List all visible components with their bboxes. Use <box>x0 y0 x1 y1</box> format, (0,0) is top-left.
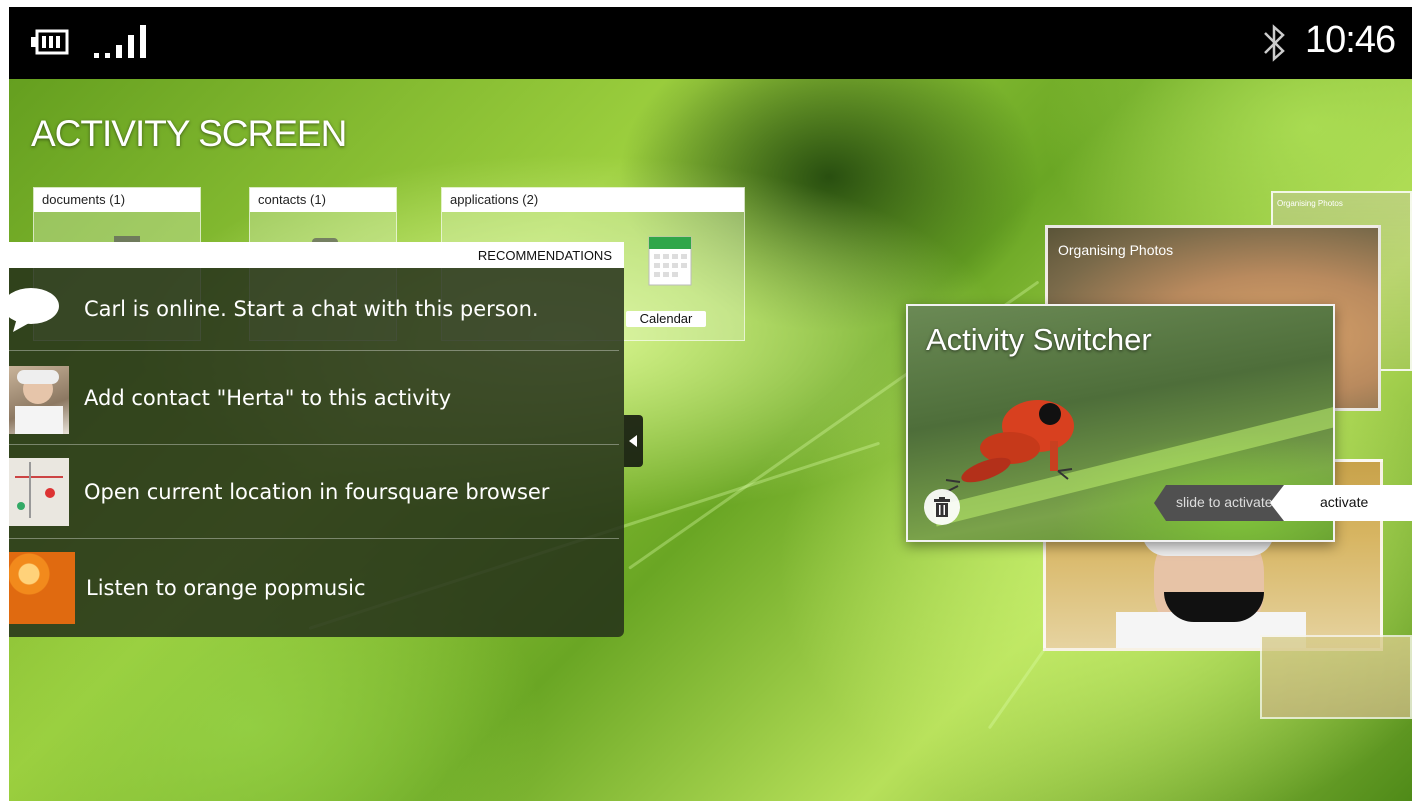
chevron-left-icon <box>629 435 637 447</box>
collapse-panel-button[interactable] <box>624 415 643 467</box>
bluetooth-icon <box>1264 24 1285 62</box>
delete-activity-button[interactable] <box>924 489 960 525</box>
activity-card-back[interactable] <box>1260 635 1412 719</box>
recommendation-text: Listen to orange popmusic <box>86 576 366 600</box>
slide-to-activate[interactable]: slide to activate activate <box>1154 485 1412 521</box>
frog-image <box>945 400 1074 493</box>
recommendation-text: Carl is online. Start a chat with this p… <box>84 297 539 321</box>
recommendation-item[interactable]: Add contact "Herta" to this activity <box>9 352 624 442</box>
slide-hint: slide to activate <box>1154 485 1284 521</box>
activity-card-title: Organising Photos <box>1277 199 1343 208</box>
category-label: documents (1) <box>34 188 200 212</box>
calendar-app-label[interactable]: Calendar <box>626 311 706 327</box>
divider <box>9 538 619 539</box>
calendar-icon[interactable] <box>648 236 692 286</box>
category-label: contacts (1) <box>250 188 396 212</box>
contact-photo <box>9 366 69 434</box>
activity-card-title: Organising Photos <box>1058 242 1174 258</box>
map-thumbnail <box>9 458 69 526</box>
trash-icon <box>934 497 950 517</box>
battery-icon <box>31 29 69 55</box>
divider <box>9 350 619 351</box>
activity-title: Activity Switcher <box>926 322 1152 357</box>
orange-thumbnail <box>9 552 75 624</box>
signal-icon <box>94 25 146 58</box>
activity-screen: 10:46 ACTIVITY SCREEN documents (1) cont… <box>9 7 1412 801</box>
category-label: applications (2) <box>442 188 744 212</box>
recommendations-header: RECOMMENDATIONS <box>9 242 624 268</box>
chat-bubble-icon <box>9 288 59 332</box>
recommendations-panel: RECOMMENDATIONS Carl is online. Start a … <box>9 242 624 637</box>
recommendation-text: Add contact "Herta" to this activity <box>84 386 452 410</box>
page-title: ACTIVITY SCREEN <box>31 113 347 154</box>
recommendation-item[interactable]: Open current location in foursquare brow… <box>9 446 624 536</box>
activate-button[interactable]: activate <box>1270 485 1412 521</box>
recommendation-item[interactable]: Listen to orange popmusic <box>9 540 624 630</box>
recommendation-item[interactable]: Carl is online. Start a chat with this p… <box>9 268 624 358</box>
status-bar: 10:46 <box>9 7 1412 79</box>
clock: 10:46 <box>1305 19 1396 61</box>
divider <box>9 444 619 445</box>
recommendation-text: Open current location in foursquare brow… <box>84 480 550 504</box>
